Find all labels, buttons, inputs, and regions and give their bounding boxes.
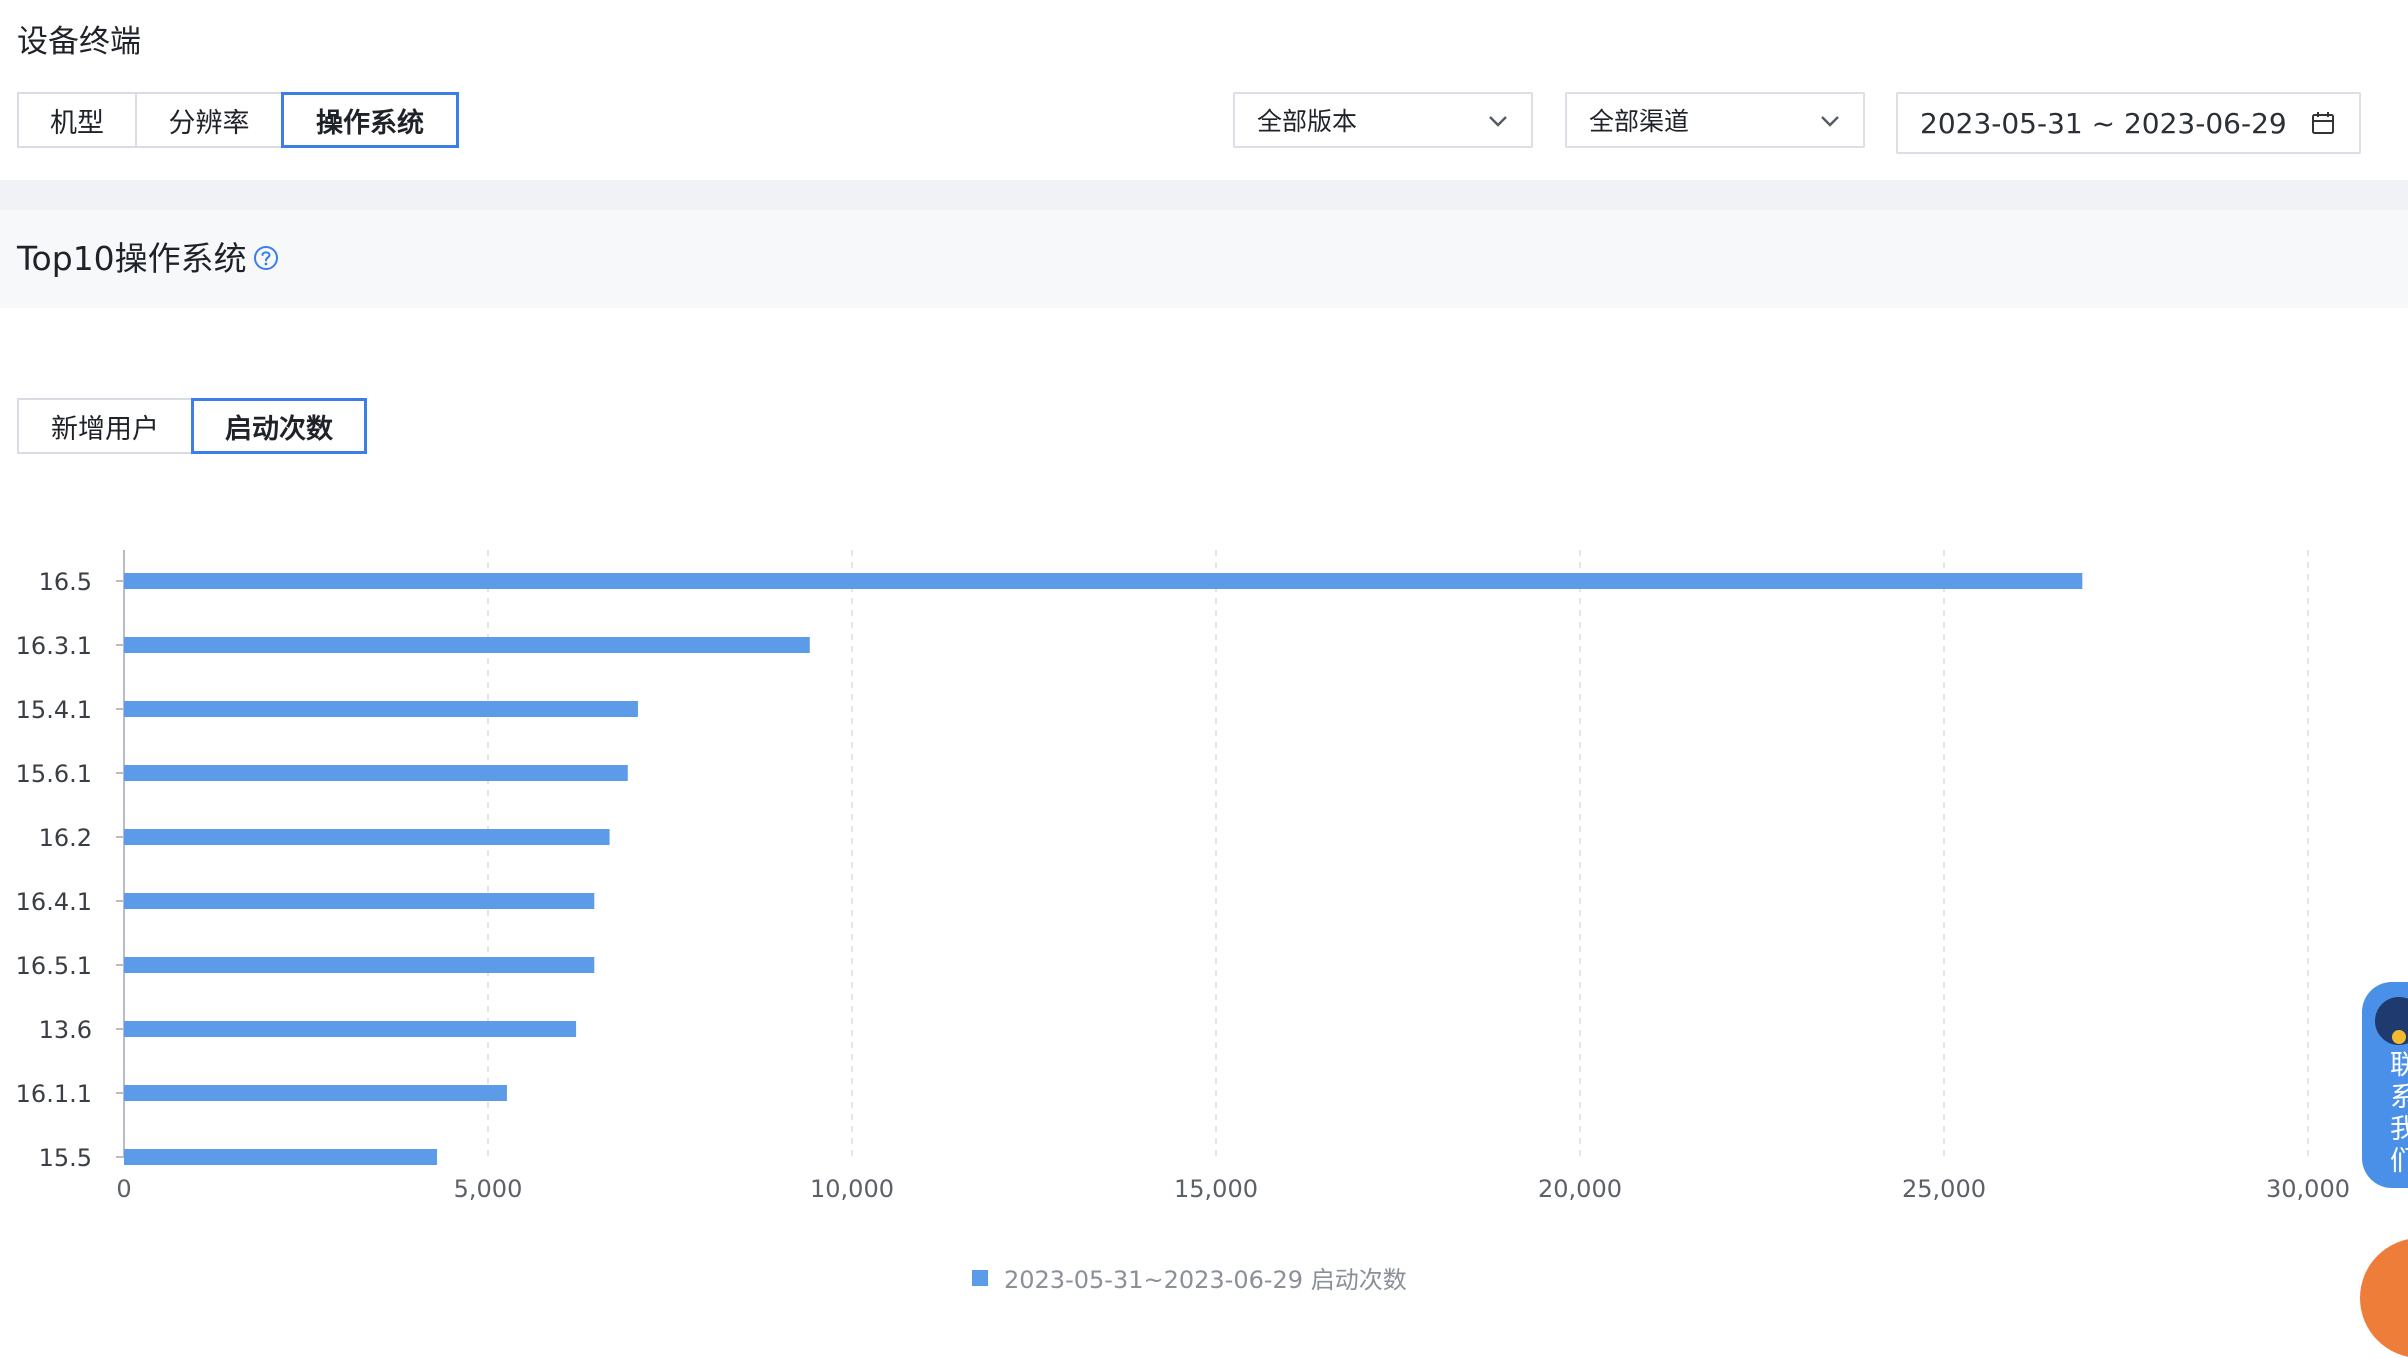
dimension-tabs: 机型 分辨率 操作系统 xyxy=(17,92,459,148)
bar[interactable] xyxy=(124,1149,438,1165)
y-tick-label: 16.4.1 xyxy=(16,888,92,916)
y-tick-label: 16.3.1 xyxy=(16,632,92,660)
y-tick-label: 15.4.1 xyxy=(16,696,92,724)
legend-swatch xyxy=(972,1269,988,1286)
tab-device-model[interactable]: 机型 xyxy=(17,92,137,148)
x-tick-label: 15,000 xyxy=(1174,1175,1258,1203)
x-tick-label: 25,000 xyxy=(1902,1175,1986,1203)
metric-tabs: 新增用户 启动次数 xyxy=(17,398,367,454)
tab-operating-system[interactable]: 操作系统 xyxy=(281,92,459,148)
chevron-down-icon xyxy=(1489,116,1507,127)
x-tick-label: 30,000 xyxy=(2266,1175,2350,1203)
card-title: Top10操作系统 xyxy=(17,239,247,278)
date-range-picker[interactable]: 2023-05-31 ~ 2023-06-29 xyxy=(1896,92,2361,154)
bar[interactable] xyxy=(124,957,595,973)
bar[interactable] xyxy=(124,701,638,717)
channel-select[interactable]: 全部渠道 xyxy=(1565,92,1865,148)
bar[interactable] xyxy=(124,637,810,653)
bar[interactable] xyxy=(124,1085,507,1101)
legend-label: 2023-05-31~2023-06-29 启动次数 xyxy=(1004,1266,1407,1294)
contact-us-label: 联系我们 xyxy=(2390,1050,2408,1177)
bar[interactable] xyxy=(124,829,610,845)
bar[interactable] xyxy=(124,893,595,909)
question-circle-icon[interactable] xyxy=(252,244,280,272)
tab-launch-count[interactable]: 启动次数 xyxy=(191,398,367,454)
y-tick-label: 16.5.1 xyxy=(16,952,92,980)
section-divider xyxy=(0,180,2408,210)
x-tick-label: 10,000 xyxy=(810,1175,894,1203)
y-tick-label: 15.5 xyxy=(39,1144,92,1172)
x-tick-label: 0 xyxy=(116,1175,131,1203)
chart-legend[interactable]: 2023-05-31~2023-06-29 启动次数 xyxy=(972,1260,1407,1295)
version-select-value: 全部版本 xyxy=(1257,107,1358,136)
section-title: 设备终端 xyxy=(17,24,141,60)
x-tick-label: 5,000 xyxy=(454,1175,523,1203)
y-tick-label: 16.2 xyxy=(39,824,92,852)
filter-panel: 设备终端 机型 分辨率 操作系统 全部版本 全部渠道 2023-05-31 ~ … xyxy=(0,0,2408,180)
bar-chart: 0 5,000 10,000 15,000 20,000 25,000 30,000 16.5… xyxy=(0,520,2408,1294)
bar[interactable] xyxy=(124,573,2083,589)
calendar-icon xyxy=(2312,112,2334,134)
chart-canvas: 0 5,000 10,000 15,000 20,000 25,000 30,000 16.5… xyxy=(16,550,2350,1203)
y-tick-label: 16.5 xyxy=(39,568,92,596)
tab-new-users[interactable]: 新增用户 xyxy=(17,398,193,454)
bar[interactable] xyxy=(124,765,628,781)
y-tick-label: 15.6.1 xyxy=(16,760,92,788)
y-tick-label: 16.1.1 xyxy=(16,1080,92,1108)
channel-select-value: 全部渠道 xyxy=(1589,107,1690,136)
y-tick-label: 13.6 xyxy=(39,1016,92,1044)
date-range-value: 2023-05-31 ~ 2023-06-29 xyxy=(1920,106,2287,140)
x-tick-label: 20,000 xyxy=(1538,1175,1622,1203)
tab-resolution[interactable]: 分辨率 xyxy=(135,92,283,148)
robot-badge-icon xyxy=(2392,1030,2406,1044)
bar[interactable] xyxy=(124,1021,577,1037)
version-select[interactable]: 全部版本 xyxy=(1233,92,1533,148)
chevron-down-icon xyxy=(1821,116,1839,127)
card-header: Top10操作系统 xyxy=(0,210,2408,308)
